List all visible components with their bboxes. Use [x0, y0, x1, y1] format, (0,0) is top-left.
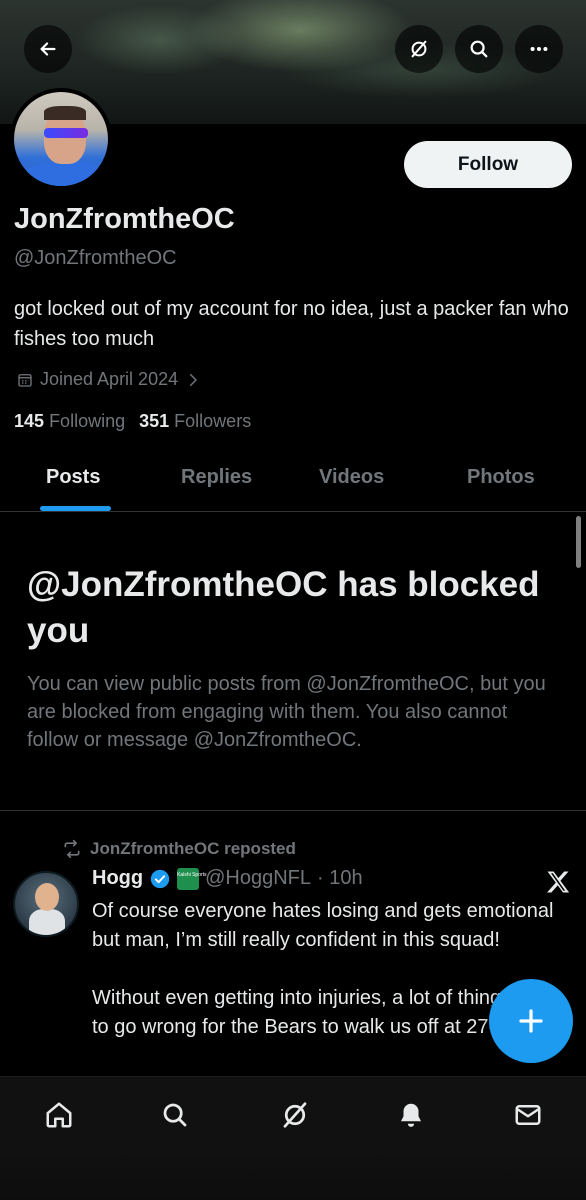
- tab-photos[interactable]: Photos: [467, 466, 535, 489]
- search-icon: [470, 40, 488, 58]
- follow-stats: 145 Following 351 Followers: [14, 411, 251, 432]
- nav-messages[interactable]: [506, 1093, 550, 1137]
- notifications-icon: [401, 1103, 421, 1127]
- blocked-notice-title: @JonZfromtheOC has blocked you: [27, 565, 540, 650]
- affiliate-badge[interactable]: Kalshi Sports: [177, 867, 207, 890]
- arrow-left-icon: [40, 42, 56, 56]
- tab-videos[interactable]: Videos: [319, 466, 384, 489]
- following-label: Following: [49, 411, 126, 431]
- follow-button[interactable]: Follow: [404, 141, 572, 188]
- section-divider: [0, 810, 586, 811]
- verified-badge-icon[interactable]: [149, 868, 171, 890]
- following-count: 145: [14, 411, 45, 431]
- grok-icon: [283, 1102, 307, 1128]
- repost-icon: [64, 839, 80, 859]
- followers-label: Followers: [174, 411, 252, 431]
- following-link[interactable]: 145 Following: [14, 411, 125, 432]
- search-icon: [163, 1103, 187, 1127]
- back-button[interactable]: [24, 25, 72, 73]
- repost-label: JonZfromtheOC reposted: [90, 839, 296, 858]
- plus-icon: [519, 1009, 543, 1033]
- followers-link[interactable]: 351 Followers: [139, 411, 251, 432]
- repost-indicator[interactable]: JonZfromtheOC reposted: [62, 839, 296, 859]
- more-options-button[interactable]: [515, 25, 563, 73]
- nav-notifications[interactable]: [389, 1093, 433, 1137]
- scrollbar[interactable]: [576, 516, 581, 568]
- x-logo-icon: [547, 871, 570, 893]
- slash-circle-icon: [411, 40, 427, 58]
- profile-handle: @JonZfromtheOC: [14, 247, 177, 269]
- post-author-avatar[interactable]: [13, 871, 79, 937]
- affiliate-badge-text: Kalshi Sports: [177, 871, 207, 878]
- profile-avatar[interactable]: [10, 88, 112, 190]
- nav-grok[interactable]: [273, 1093, 317, 1137]
- nav-home[interactable]: [37, 1093, 81, 1137]
- bottom-navigation: [0, 1076, 586, 1200]
- compose-post-button[interactable]: [489, 979, 573, 1063]
- post-author-name[interactable]: Hogg: [92, 867, 143, 890]
- messages-icon: [515, 1105, 541, 1125]
- followers-count: 351: [139, 411, 170, 431]
- more-horizontal-icon: [530, 46, 548, 52]
- joined-date-row[interactable]: Joined April 2024: [16, 369, 202, 390]
- tab-posts[interactable]: Posts: [46, 466, 100, 489]
- avatar-hair: [44, 106, 86, 120]
- profile-display-name: JonZfromtheOC: [14, 203, 235, 235]
- post-avatar-face: [35, 883, 59, 911]
- search-button[interactable]: [455, 25, 503, 73]
- grok-button[interactable]: [395, 25, 443, 73]
- active-tab-indicator: [40, 506, 111, 511]
- chevron-right-icon: [190, 373, 197, 386]
- blocked-notice-text: You can view public posts from @JonZfrom…: [27, 673, 546, 751]
- home-icon: [46, 1102, 72, 1128]
- post-avatar-body: [29, 909, 65, 935]
- post-author-handle[interactable]: @HoggNFL: [205, 867, 311, 890]
- calendar-icon: [18, 373, 32, 387]
- avatar-sunglasses: [44, 128, 88, 138]
- post-timestamp[interactable]: · 10h: [317, 867, 363, 890]
- nav-search[interactable]: [153, 1093, 197, 1137]
- tab-replies[interactable]: Replies: [181, 466, 252, 489]
- joined-date-text: Joined April 2024: [40, 369, 179, 389]
- avatar-shirt: [22, 162, 108, 186]
- profile-bio: got locked out of my account for no idea…: [14, 298, 569, 350]
- post-header: Hogg Kalshi Sports @HoggNFL · 10h: [92, 867, 363, 890]
- profile-tabs: Posts Replies Videos Photos: [0, 452, 586, 512]
